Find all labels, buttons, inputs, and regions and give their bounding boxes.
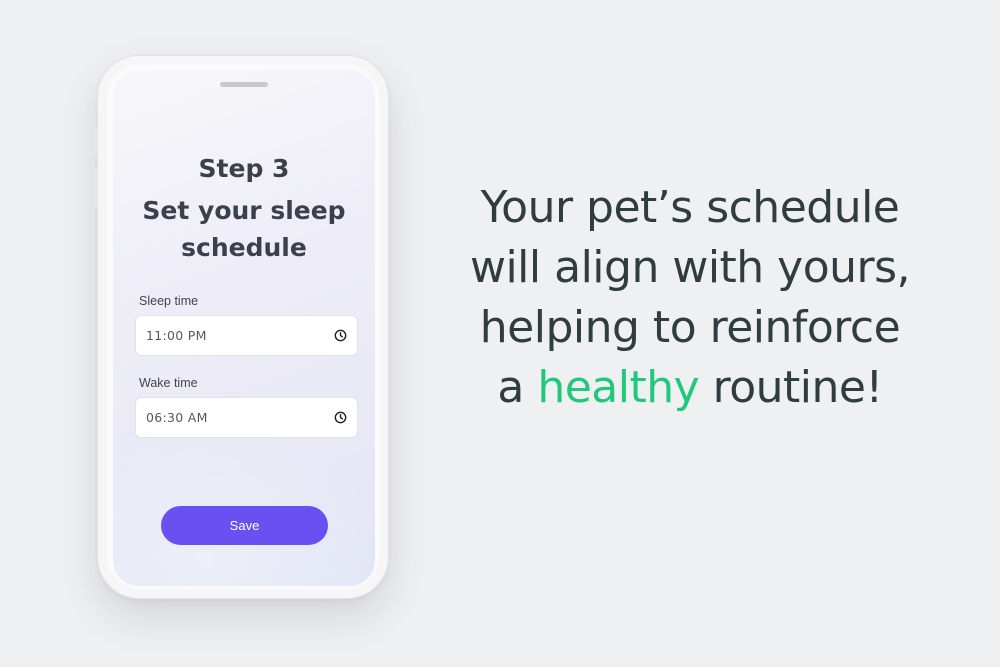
phone-mockup: Step 3 Set your sleep schedule Sleep tim…: [94, 55, 389, 599]
screen-title-line1: Set your sleep: [142, 196, 346, 225]
sleep-time-label: Sleep time: [139, 294, 199, 308]
phone-speaker-bar: [220, 82, 268, 87]
sleep-time-input[interactable]: 11:00 PM: [135, 315, 358, 356]
tagline-line1: Your pet’s schedule: [480, 182, 900, 233]
screen-title: Set your sleep schedule: [113, 192, 375, 266]
tagline-line4-before: a: [497, 362, 538, 413]
page-title: Step 3 Set your sleep schedule: [113, 152, 375, 266]
phone-side-button: [94, 128, 98, 154]
wake-time-input[interactable]: 06:30 AM: [135, 397, 358, 438]
clock-icon[interactable]: [334, 329, 347, 342]
wake-time-value: 06:30 AM: [146, 410, 208, 425]
tagline-line3: helping to reinforce: [479, 302, 901, 353]
clock-icon[interactable]: [334, 411, 347, 424]
phone-screen: Step 3 Set your sleep schedule Sleep tim…: [113, 70, 375, 586]
tagline-line4: a healthy routine!: [440, 358, 940, 418]
save-button[interactable]: Save: [161, 506, 328, 545]
tagline-line2: will align with yours,: [469, 242, 911, 293]
tagline-line4-after: routine!: [699, 362, 884, 413]
phone-side-button: [94, 168, 98, 208]
tagline: Your pet’s schedule will align with your…: [440, 178, 940, 418]
wake-time-label: Wake time: [139, 376, 198, 390]
sleep-time-value: 11:00 PM: [146, 328, 207, 343]
screen-title-line2: schedule: [181, 233, 307, 262]
step-number: Step 3: [198, 154, 290, 183]
tagline-highlight: healthy: [537, 362, 700, 413]
